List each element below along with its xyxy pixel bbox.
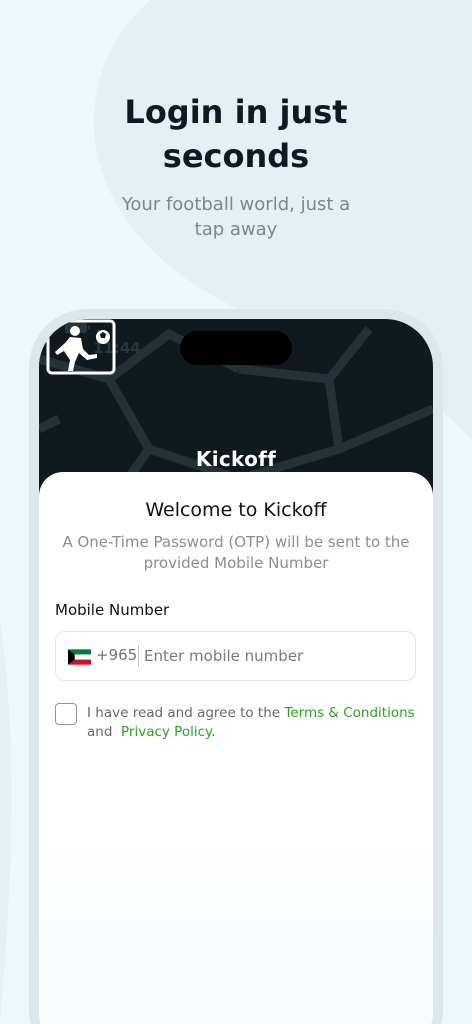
promo-subtitle: Your football world, just a tap away <box>96 192 376 242</box>
terms-text: I have read and agree to the Terms & Con… <box>87 704 417 742</box>
agree-terms-checkbox[interactable] <box>55 703 77 725</box>
terms-link[interactable]: Terms & Conditions <box>284 705 414 721</box>
privacy-link[interactable]: Privacy Policy. <box>121 724 215 740</box>
login-card: Welcome to Kickoff A One-Time Password (… <box>39 472 433 1024</box>
mobile-number-input[interactable] <box>144 642 404 670</box>
phone-screen: 11:44 Kickoff Welcome to Kickoff A One-T… <box>39 319 433 1024</box>
promo-subtitle-line1: Your football world, just a <box>121 194 351 215</box>
promo-subtitle-line2: tap away <box>194 219 278 240</box>
login-title: Welcome to Kickoff <box>145 499 327 521</box>
kuwait-flag-icon[interactable] <box>68 649 91 665</box>
promo-title-line2: seconds <box>162 137 310 175</box>
promo-title-line1: Login in just <box>124 93 348 131</box>
terms-and: and <box>87 724 113 740</box>
login-description-line2: provided Mobile Number <box>143 554 329 572</box>
brand-logo-text: Kickoff <box>195 447 277 471</box>
input-divider <box>138 645 139 667</box>
terms-prefix: I have read and agree to the <box>87 705 281 721</box>
mobile-number-label: Mobile Number <box>55 601 170 619</box>
login-description-line1: A One-Time Password (OTP) will be sent t… <box>62 533 410 551</box>
mobile-number-field[interactable]: +965 <box>55 631 416 681</box>
football-player-icon <box>46 319 116 375</box>
dynamic-island <box>180 331 292 365</box>
login-description: A One-Time Password (OTP) will be sent t… <box>53 532 419 574</box>
country-code[interactable]: +965 <box>96 646 137 664</box>
promo-title: Login in just seconds <box>0 90 472 178</box>
